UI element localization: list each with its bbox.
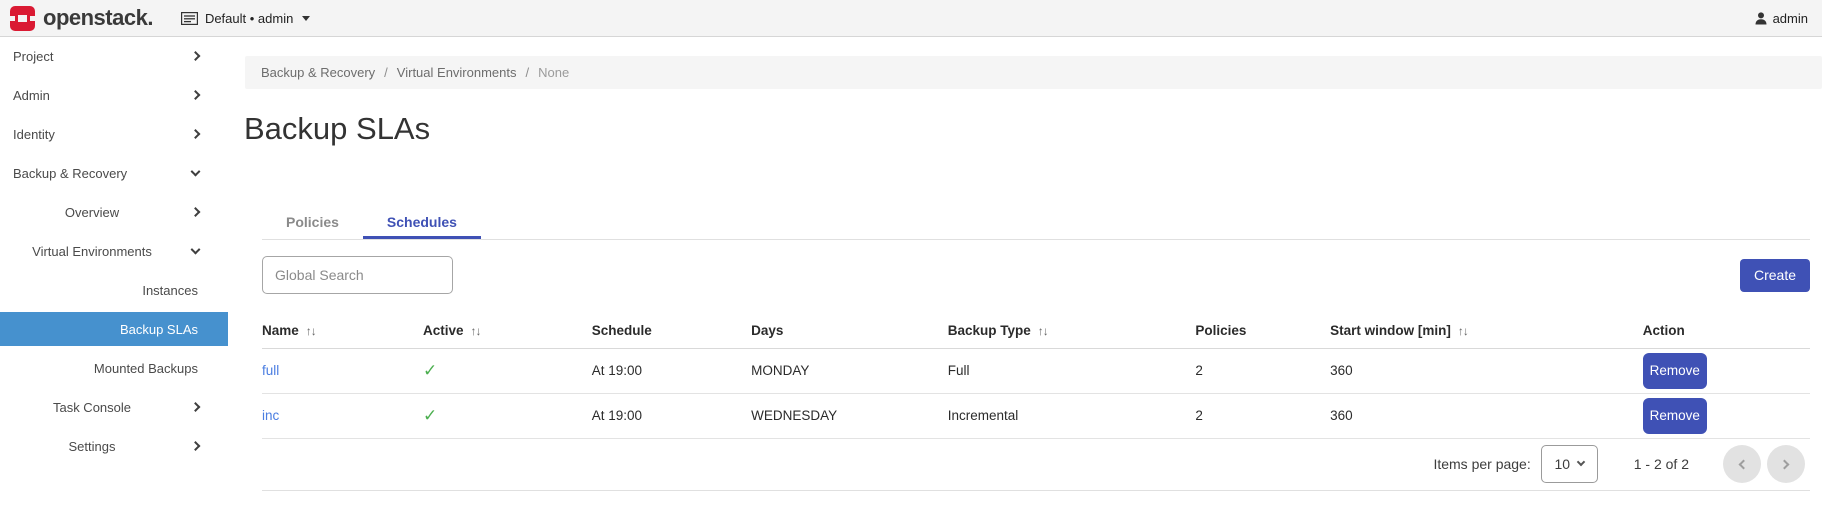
breadcrumb-link-backup-recovery[interactable]: Backup & Recovery (261, 65, 375, 80)
sidebar-item-project[interactable]: Project (0, 39, 228, 73)
global-search-input[interactable] (262, 256, 453, 294)
tab-bar: Policies Schedules (262, 205, 1810, 240)
sidebar-item-backup-slas[interactable]: Backup SLAs (0, 312, 228, 346)
column-header-name[interactable]: Name↑↓ (262, 314, 423, 348)
column-header-schedule: Schedule (592, 314, 751, 348)
start-window-cell: 360 (1330, 348, 1643, 393)
schedule-cell: At 19:00 (592, 393, 751, 438)
schedules-table: Name↑↓ Active↑↓ Schedule Days Backup Typ… (262, 314, 1810, 439)
domain-project-switcher[interactable]: Default • admin (181, 11, 310, 26)
schedule-cell: At 19:00 (592, 348, 751, 393)
user-icon (1755, 12, 1767, 25)
openstack-home-link[interactable]: openstack. (10, 5, 153, 31)
sidebar: Project Admin Identity Backup & Recovery… (0, 37, 228, 510)
start-window-cell: 360 (1330, 393, 1643, 438)
policies-cell: 2 (1195, 393, 1330, 438)
table-row: inc ✓ At 19:00 WEDNESDAY Incremental 2 3… (262, 393, 1810, 438)
sidebar-item-instances[interactable]: Instances (0, 273, 228, 307)
backup-type-cell: Full (948, 348, 1196, 393)
main-content: Backup & Recovery / Virtual Environments… (228, 37, 1822, 510)
breadcrumb-link-virtual-environments[interactable]: Virtual Environments (397, 65, 517, 80)
sort-icon[interactable]: ↑↓ (1038, 324, 1048, 338)
sidebar-item-mounted-backups[interactable]: Mounted Backups (0, 351, 228, 385)
sidebar-item-virtual-environments[interactable]: Virtual Environments (0, 234, 228, 268)
tab-schedules[interactable]: Schedules (363, 205, 481, 239)
sort-icon[interactable]: ↑↓ (1458, 324, 1468, 338)
items-per-page-label: Items per page: (1433, 456, 1530, 472)
chevron-down-icon (1577, 458, 1585, 466)
sla-name-link[interactable]: full (262, 363, 279, 378)
column-header-action: Action (1643, 314, 1810, 348)
create-button[interactable]: Create (1740, 259, 1810, 292)
page-size-select[interactable]: 10 (1541, 445, 1598, 483)
page-title: Backup SLAs (244, 111, 1822, 147)
sidebar-item-admin[interactable]: Admin (0, 78, 228, 112)
sort-icon[interactable]: ↑↓ (471, 324, 481, 338)
table-header-row: Name↑↓ Active↑↓ Schedule Days Backup Typ… (262, 314, 1810, 348)
pagination: Items per page: 10 1 - 2 of 2 (262, 439, 1810, 491)
next-page-button[interactable] (1767, 445, 1805, 483)
page-size-value: 10 (1554, 456, 1570, 472)
active-check-icon: ✓ (423, 361, 437, 380)
column-header-active[interactable]: Active↑↓ (423, 314, 592, 348)
sidebar-item-overview[interactable]: Overview (0, 195, 228, 229)
openstack-logo-icon (10, 6, 35, 31)
sort-icon[interactable]: ↑↓ (306, 324, 316, 338)
remove-button[interactable]: Remove (1643, 398, 1707, 434)
project-card-icon (181, 12, 198, 25)
previous-page-button[interactable] (1723, 445, 1761, 483)
username: admin (1773, 11, 1808, 26)
schedules-panel: Policies Schedules Create Name↑↓ Active↑… (262, 205, 1810, 491)
sla-name-link[interactable]: inc (262, 408, 279, 423)
chevron-left-icon (1739, 459, 1749, 469)
backup-type-cell: Incremental (948, 393, 1196, 438)
tab-policies[interactable]: Policies (262, 205, 363, 239)
brand-text: openstack. (43, 5, 153, 31)
table-row: full ✓ At 19:00 MONDAY Full 2 360 Remove (262, 348, 1810, 393)
column-header-days: Days (751, 314, 948, 348)
column-header-start-window[interactable]: Start window [min]↑↓ (1330, 314, 1643, 348)
active-check-icon: ✓ (423, 406, 437, 425)
breadcrumb-separator: / (526, 65, 530, 80)
sidebar-item-settings[interactable]: Settings (0, 429, 228, 463)
table-toolbar: Create (262, 256, 1810, 294)
context-label: Default • admin (205, 11, 293, 26)
range-label: 1 - 2 of 2 (1634, 456, 1689, 472)
remove-button[interactable]: Remove (1643, 353, 1707, 389)
top-navbar: openstack. Default • admin admin (0, 0, 1822, 37)
sidebar-item-identity[interactable]: Identity (0, 117, 228, 151)
policies-cell: 2 (1195, 348, 1330, 393)
user-menu[interactable]: admin (1755, 11, 1808, 26)
breadcrumb: Backup & Recovery / Virtual Environments… (245, 56, 1822, 89)
days-cell: WEDNESDAY (751, 393, 948, 438)
chevron-right-icon (1780, 459, 1790, 469)
column-header-backup-type[interactable]: Backup Type↑↓ (948, 314, 1196, 348)
navbar-left: openstack. Default • admin (10, 5, 310, 31)
column-header-policies: Policies (1195, 314, 1330, 348)
caret-down-icon (302, 16, 310, 21)
sidebar-item-task-console[interactable]: Task Console (0, 390, 228, 424)
days-cell: MONDAY (751, 348, 948, 393)
sidebar-item-backup-recovery[interactable]: Backup & Recovery (0, 156, 228, 190)
breadcrumb-separator: / (384, 65, 388, 80)
breadcrumb-current: None (538, 65, 569, 80)
